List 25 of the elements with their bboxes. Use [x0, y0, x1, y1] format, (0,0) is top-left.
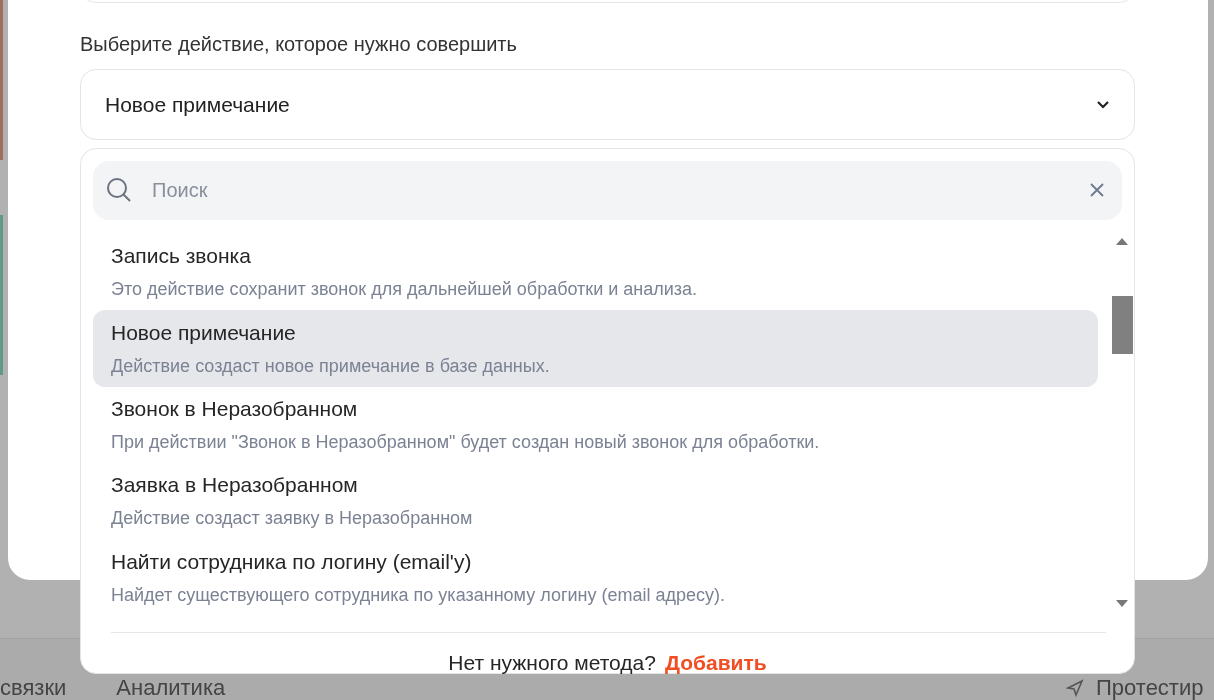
- option-description: При действии "Звонок в Неразобранном" будет создан новый звонок для обработки.: [111, 431, 821, 453]
- option-title: Заявка в Неразобранном: [111, 473, 359, 498]
- action-select[interactable]: Новое примечание: [80, 69, 1135, 140]
- option-title: Найти сотрудника по логину (email'у): [111, 549, 473, 574]
- scroll-down-icon[interactable]: [1116, 600, 1128, 607]
- action-option[interactable]: Новое примечание Действие создаст новое примечание в базе данных.: [93, 310, 1098, 387]
- option-title: Новое примечание: [111, 320, 297, 345]
- field-label: Выберите действие, которое нужно совершить: [80, 32, 518, 57]
- send-icon: [1066, 679, 1084, 697]
- close-icon[interactable]: [1089, 182, 1105, 198]
- option-description: Найдет существующего сотрудника по указанному логину (email адресу).: [111, 583, 726, 606]
- scrollbar-thumb[interactable]: [1112, 296, 1133, 354]
- search-icon: [106, 177, 132, 203]
- option-description: Это действие сохранит звонок для дальнейшей обработки и анализа.: [111, 278, 699, 301]
- option-description: Действие создаст заявку в Неразобранном: [111, 507, 474, 530]
- option-title: Запись звонка: [111, 244, 252, 269]
- footer-text: Нет нужного метода?: [448, 650, 656, 676]
- option-description: Действие создаст новое примечание в базе данных.: [111, 354, 551, 377]
- add-link[interactable]: Добавить: [664, 647, 767, 679]
- search-field[interactable]: Поиск: [93, 161, 1122, 220]
- scroll-up-icon[interactable]: [1116, 238, 1128, 245]
- nav-tab[interactable]: связки: [0, 677, 67, 699]
- test-button[interactable]: Протестир: [1096, 677, 1204, 699]
- option-title: Звонок в Неразобранном: [111, 397, 359, 421]
- nav-tab[interactable]: Аналитика: [116, 677, 226, 699]
